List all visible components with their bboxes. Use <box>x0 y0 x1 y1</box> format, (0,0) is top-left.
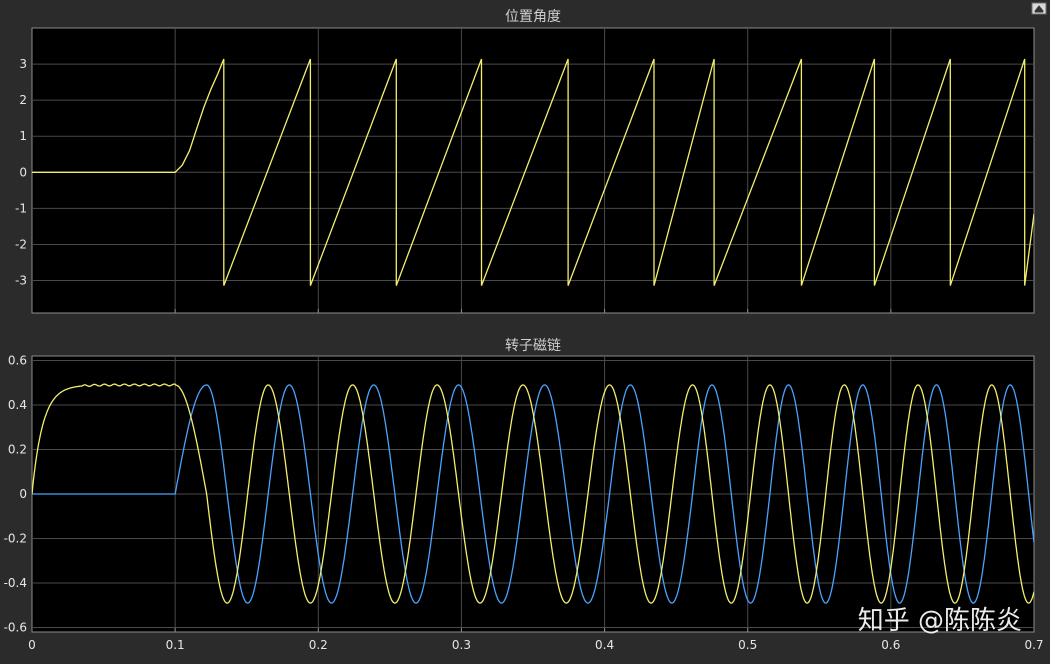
y-tick-label: -0.4 <box>4 576 27 590</box>
y-tick-label: 3 <box>19 57 27 71</box>
y-tick-label: 0 <box>19 165 27 179</box>
rotor-flux-axes[interactable]: 转子磁链 -0.6 -0.4 -0.2 0 0.2 0.4 0.6 0 0.1 0.2 0.3 0.… <box>4 338 1044 652</box>
position-angle-axes[interactable]: 位置角度 -3 -2 -1 0 1 2 3 <box>15 9 1035 314</box>
y-tick-label: -3 <box>15 274 27 288</box>
y-tick-label: -1 <box>15 201 27 215</box>
rotor-flux-title: 转子磁链 <box>505 338 561 354</box>
x-tick-label: 0.4 <box>595 638 614 652</box>
y-tick-label: 2 <box>19 93 27 107</box>
position-angle-plot-area <box>31 27 1035 314</box>
x-tick-label: 0.1 <box>166 638 185 652</box>
x-tick-label: 0.3 <box>452 638 471 652</box>
y-tick-label: -2 <box>15 237 27 251</box>
y-tick-label: 0.2 <box>8 442 27 456</box>
y-tick-label: -0.6 <box>4 621 27 635</box>
y-tick-label: -0.2 <box>4 532 27 546</box>
scope-figure: 位置角度 -3 -2 -1 0 1 2 3 转子磁链 -0.6 -0.4 -0.2 0 0.2 0.4… <box>0 0 1050 664</box>
x-tick-label: 0.5 <box>738 638 757 652</box>
x-tick-label: 0.6 <box>881 638 900 652</box>
y-tick-label: 1 <box>19 129 27 143</box>
x-tick-label: 0.2 <box>309 638 328 652</box>
y-tick-label: 0.6 <box>8 353 27 367</box>
restore-axes-button[interactable] <box>1031 2 1047 15</box>
position-angle-title: 位置角度 <box>505 9 561 25</box>
x-tick-label: 0 <box>28 638 36 652</box>
x-tick-label: 0.7 <box>1024 638 1043 652</box>
watermark-text: 知乎 @陈陈炎 <box>858 606 1022 636</box>
y-tick-label: 0 <box>19 487 27 501</box>
y-tick-label: 0.4 <box>8 398 27 412</box>
